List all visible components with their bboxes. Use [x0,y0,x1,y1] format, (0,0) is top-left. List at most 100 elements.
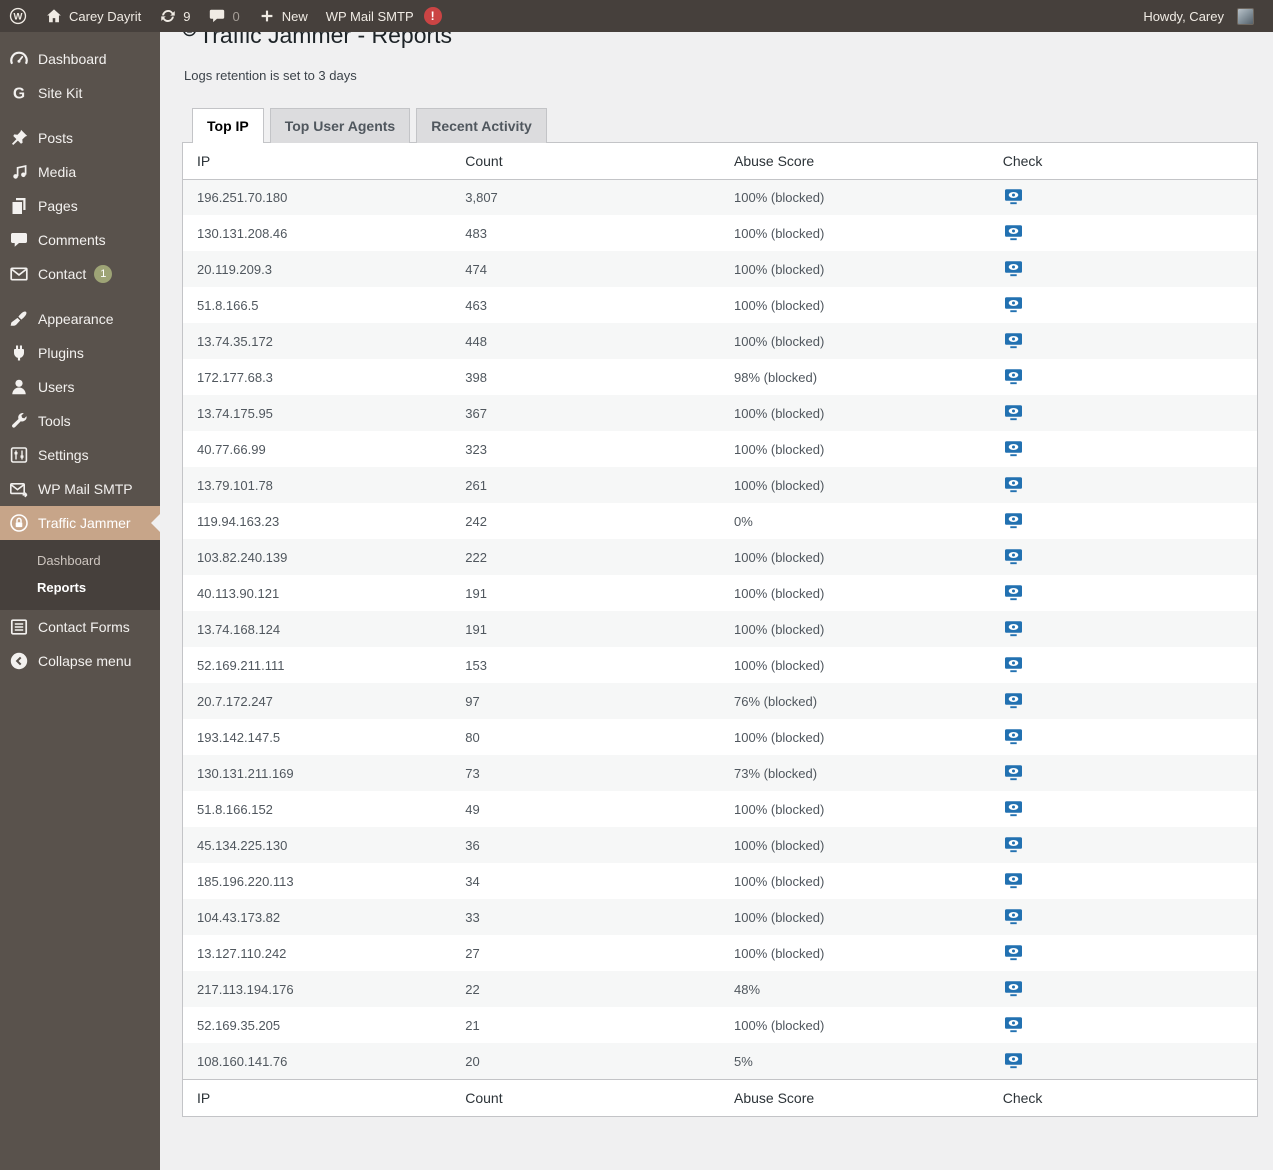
sidebar-item-label: Tools [38,413,71,429]
count-cell: 97 [465,693,480,709]
sidebar-item-comments[interactable]: Comments [0,223,160,257]
check-ip-link[interactable] [1003,547,1024,565]
sidebar-item-label: WP Mail SMTP [38,481,133,497]
adminbar-item-0[interactable]: 0 [199,0,248,32]
howdy-menu[interactable]: Howdy, Carey [1134,0,1263,32]
count-cell: 73 [465,765,480,781]
sidebar-item-collapse-menu[interactable]: Collapse menu [0,644,160,678]
sidebar-item-label: Comments [38,232,106,248]
check-ip-link[interactable] [1003,295,1024,313]
ip-cell: 193.142.147.5 [197,729,281,745]
count-cell: 3,807 [465,190,498,206]
check-ip-link[interactable] [1003,943,1024,961]
sidebar-item-media[interactable]: Media [0,155,160,189]
ip-cell: 20.7.172.247 [197,693,273,709]
check-ip-link[interactable] [1003,727,1024,745]
check-ip-link[interactable] [1003,367,1024,385]
comment-bubble-icon [9,230,29,250]
ip-cell: 217.113.194.176 [197,981,294,997]
sidebar-item-pages[interactable]: Pages [0,189,160,223]
check-ip-link[interactable] [1003,799,1024,817]
check-ip-link[interactable] [1003,223,1024,241]
menu-separator [0,110,160,121]
check-ip-link[interactable] [1003,655,1024,673]
ip-cell: 108.160.141.76 [197,1053,288,1069]
check-ip-link[interactable] [1003,259,1024,277]
sidebar-item-appearance[interactable]: Appearance [0,302,160,336]
sidebar-item-label: Plugins [38,345,84,361]
check-ip-link[interactable] [1003,619,1024,637]
check-ip-link[interactable] [1003,475,1024,493]
submenu: Dashboard Reports [0,540,160,610]
check-ip-link[interactable] [1003,691,1024,709]
check-ip-link[interactable] [1003,907,1024,925]
check-ip-link[interactable] [1003,763,1024,781]
abuse-score-cell: 100% (blocked) [734,297,825,313]
sidebar-item-users[interactable]: Users [0,370,160,404]
adminbar-item-label: New [281,8,308,24]
tab-recent-activity[interactable]: Recent Activity [416,107,547,143]
sidebar-item-tools[interactable]: Tools [0,404,160,438]
media-icon [9,162,29,182]
sidebar-item-traffic-jammer[interactable]: Traffic Jammer [0,506,160,540]
abuse-score-cell: 100% (blocked) [734,873,825,889]
envelope-arrow-icon [9,479,29,499]
sidebar-item-posts[interactable]: Posts [0,121,160,155]
check-cell [989,215,1258,251]
alert-badge: ! [423,7,442,25]
tab-top-user-agents[interactable]: Top User Agents [269,107,411,143]
wordpress-logo-icon: W [9,7,27,25]
adminbar-item-label: 9 [183,8,191,24]
check-ip-link[interactable] [1003,979,1024,997]
table-row: 20.7.172.247 97 76% (blocked) [182,683,1258,720]
sidebar-item-site-kit[interactable]: G Site Kit [0,76,160,110]
check-ip-link[interactable] [1003,403,1024,421]
sidebar-item-settings[interactable]: Settings [0,438,160,472]
brush-icon [9,309,29,329]
check-ip-link[interactable] [1003,583,1024,601]
tab-top-ip[interactable]: Top IP [192,107,264,143]
submenu-item-reports[interactable]: Reports [0,574,160,601]
check-ip-link[interactable] [1003,331,1024,349]
table-row: 51.8.166.5 463 100% (blocked) [183,287,1258,323]
table-head: IP Count Abuse Score Check [182,142,1258,180]
pushpin-icon [9,128,29,148]
table-body: 196.251.70.180 3,807 100% (blocked) 130.131… [182,179,1258,1080]
sidebar-item-label: Dashboard [38,51,107,67]
submenu-item-dashboard[interactable]: Dashboard [0,547,160,574]
adminbar-item-9[interactable]: 9 [150,0,199,32]
ip-cell: 13.79.101.78 [197,477,273,493]
abuse-score-cell: 100% (blocked) [734,333,825,349]
table-row: 51.8.166.152 49 100% (blocked) [183,791,1258,827]
check-ip-link[interactable] [1003,1051,1024,1069]
sidebar-item-wp-mail-smtp[interactable]: WP Mail SMTP [0,472,160,506]
abuse-score-cell: 100% (blocked) [734,1017,825,1033]
check-cell [989,1007,1258,1043]
check-ip-link[interactable] [1003,835,1024,853]
sidebar-item-contact-forms[interactable]: Contact Forms [0,610,160,644]
pages-icon [9,196,29,216]
adminbar-item-wp-mail-smtp[interactable]: WP Mail SMTP! [317,0,451,32]
check-cell [989,395,1258,431]
check-ip-link[interactable] [1003,511,1024,529]
avatar [1237,7,1254,25]
sidebar-item-contact[interactable]: Contact 1 [0,257,160,291]
sidebar-item-label: Traffic Jammer [38,515,131,531]
sidebar: Dashboard G Site Kit Posts Media Pages Comment… [0,32,160,1170]
table-row: 13.79.101.78 261 100% (blocked) [182,467,1258,504]
adminbar-item-carey-dayrit[interactable]: Carey Dayrit [36,0,150,32]
adminbar-item-new[interactable]: New [249,0,317,32]
sidebar-item-label: Contact [38,266,87,282]
check-ip-link[interactable] [1003,439,1024,457]
ip-cell: 119.94.163.23 [197,513,280,529]
abuse-score-cell: 100% (blocked) [734,477,825,493]
check-ip-link[interactable] [1003,1015,1024,1033]
check-ip-link[interactable] [1003,187,1024,205]
check-ip-link[interactable] [1003,871,1024,889]
sidebar-item-dashboard[interactable]: Dashboard [0,42,160,76]
table-row: 13.74.175.95 367 100% (blocked) [182,395,1258,432]
table-row: 52.169.35.205 21 100% (blocked) [183,1007,1258,1043]
adminbar-item-wordpress-logo-icon[interactable]: W [0,0,36,32]
howdy-label: Howdy, Carey [1143,8,1224,24]
sidebar-item-plugins[interactable]: Plugins [0,336,160,370]
